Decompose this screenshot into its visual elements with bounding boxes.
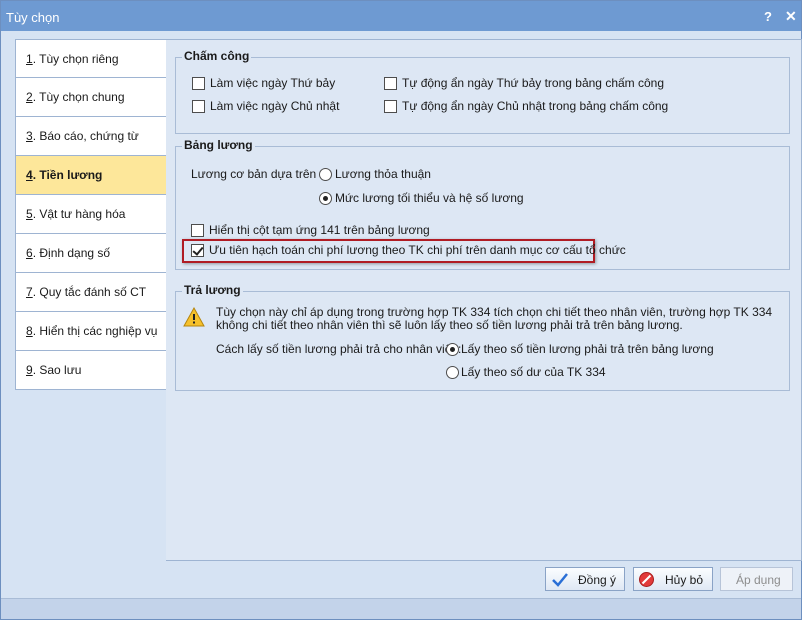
muc-luong-toi-thieu-radio[interactable]: [319, 192, 332, 205]
sidebar-item-quy-tac-danh-so[interactable]: 7. Quy tắc đánh số CT: [15, 273, 167, 312]
an-chu-nhat-checkbox[interactable]: [384, 100, 397, 113]
lay-theo-bang-luong-radio[interactable]: [446, 343, 459, 356]
sidebar-item-dinh-dang-so[interactable]: 6. Định dạng số: [15, 234, 167, 273]
tra-luong-note-line2: không chi tiết theo nhân viên thì sẽ luô…: [216, 318, 683, 332]
an-thu-bay-checkbox[interactable]: [384, 77, 397, 90]
window-title: Tùy chọn: [6, 10, 60, 25]
uu-tien-hach-toan-checkbox[interactable]: [191, 244, 204, 257]
warning-icon: [183, 307, 205, 327]
bang-luong-title: Bảng lương: [182, 138, 255, 152]
an-chu-nhat-label: Tự động ẩn ngày Chủ nhật trong bảng chấm…: [402, 99, 669, 113]
sidebar-item-hien-thi-nghiep-vu[interactable]: 8. Hiển thị các nghiệp vụ: [15, 312, 167, 351]
sidebar-item-tuy-chon-rieng[interactable]: 1. Tùy chọn riêng: [15, 39, 167, 78]
lam-viec-chu-nhat-label: Làm việc ngày Chủ nhật: [210, 99, 340, 113]
luong-thoa-thuan-radio[interactable]: [319, 168, 332, 181]
tra-luong-group: Trả lương Tùy chọn này chỉ áp dụng trong…: [175, 283, 790, 391]
hien-thi-tam-ung-label: Hiển thị cột tạm ứng 141 trên bảng lương: [209, 223, 430, 237]
options-sidebar: 1. Tùy chọn riêng 2. Tùy chọn chung 3. B…: [15, 39, 167, 391]
an-thu-bay-label: Tự động ẩn ngày Thứ bảy trong bảng chấm …: [402, 76, 665, 90]
lay-theo-so-du-radio[interactable]: [446, 366, 459, 379]
cancel-button[interactable]: Hủy bỏ: [633, 567, 713, 591]
muc-luong-toi-thieu-label: Mức lương tối thiểu và hệ số lương: [335, 191, 524, 205]
lam-viec-thu-bay-label: Làm việc ngày Thứ bảy: [210, 76, 336, 90]
lay-theo-bang-luong-label: Lấy theo số tiền lương phải trả trên bản…: [461, 342, 714, 356]
cham-cong-group: Chấm công Làm việc ngày Thứ bảy Làm việc…: [175, 49, 790, 134]
sidebar-item-tien-luong[interactable]: 4. Tiền lương: [15, 156, 167, 195]
uu-tien-hach-toan-label: Ưu tiên hạch toán chi phí lương theo TK …: [209, 243, 626, 257]
ok-button-label: Đồng ý: [578, 573, 617, 587]
lam-viec-chu-nhat-checkbox[interactable]: [192, 100, 205, 113]
title-bar: Tùy chọn ? ✕: [1, 1, 801, 31]
close-button[interactable]: ✕: [785, 8, 797, 25]
cach-lay-label: Cách lấy số tiền lương phải trả cho nhân…: [216, 342, 462, 356]
tra-luong-title: Trả lương: [182, 283, 243, 297]
checkmark-icon: [552, 573, 568, 587]
ok-button[interactable]: Đồng ý: [545, 567, 625, 591]
lam-viec-thu-bay-checkbox[interactable]: [192, 77, 205, 90]
sidebar-item-vat-tu-hang-hoa[interactable]: 5. Vật tư hàng hóa: [15, 195, 167, 234]
help-button[interactable]: ?: [764, 9, 772, 24]
apply-button[interactable]: Áp dụng: [720, 567, 793, 591]
cham-cong-title: Chấm công: [182, 49, 252, 63]
bang-luong-group: Bảng lương Lương cơ bản dựa trên Lương t…: [175, 138, 790, 270]
sidebar-item-bao-cao-chung-tu[interactable]: 3. Báo cáo, chứng từ: [15, 117, 167, 156]
sidebar-item-sao-luu[interactable]: 9. Sao lưu: [15, 351, 167, 390]
apply-button-label: Áp dụng: [736, 573, 781, 587]
cancel-icon: [639, 572, 654, 587]
luong-co-ban-label: Lương cơ bản dựa trên: [191, 167, 317, 181]
options-dialog: Tùy chọn ? ✕ 1. Tùy chọn riêng 2. Tùy ch…: [0, 0, 802, 620]
options-content-panel: Chấm công Làm việc ngày Thứ bảy Làm việc…: [166, 39, 802, 561]
luong-thoa-thuan-label: Lương thỏa thuận: [335, 167, 431, 181]
status-bar: [1, 598, 801, 619]
cancel-button-label: Hủy bỏ: [665, 573, 704, 587]
sidebar-item-tuy-chon-chung[interactable]: 2. Tùy chọn chung: [15, 78, 167, 117]
lay-theo-so-du-label: Lấy theo số dư của TK 334: [461, 365, 606, 379]
hien-thi-tam-ung-checkbox[interactable]: [191, 224, 204, 237]
